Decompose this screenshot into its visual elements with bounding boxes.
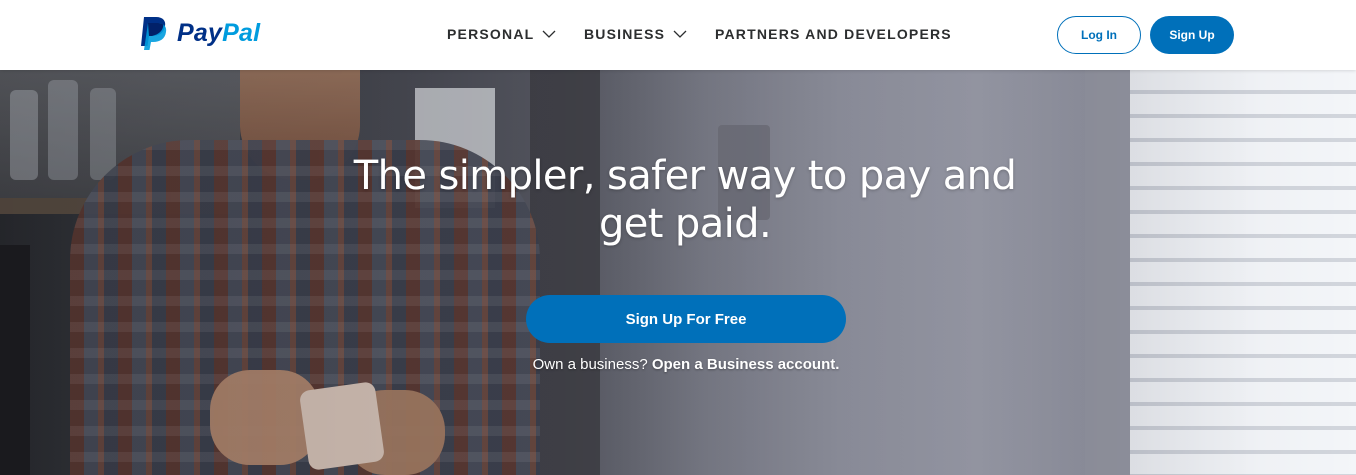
paypal-logo[interactable]: PayPal <box>138 15 260 51</box>
chevron-down-icon <box>673 30 687 38</box>
paypal-logo-icon <box>141 17 167 50</box>
nav-partners-label: PARTNERS AND DEVELOPERS <box>715 26 952 42</box>
chevron-down-icon <box>542 30 556 38</box>
hero-section: The simpler, safer way to pay and get pa… <box>0 70 1356 475</box>
nav-business-label: BUSINESS <box>584 26 666 42</box>
business-prompt-text: Own a business? <box>532 356 648 373</box>
nav-personal[interactable]: PERSONAL <box>447 26 556 42</box>
site-header: PayPal PERSONAL BUSINESS PARTNERS AND DE… <box>0 0 1356 70</box>
nav-personal-label: PERSONAL <box>447 26 535 42</box>
logo-pay: Pay <box>177 18 223 47</box>
hero-title: The simpler, safer way to pay and get pa… <box>353 153 1017 247</box>
login-button[interactable]: Log In <box>1057 16 1141 54</box>
open-business-account-link[interactable]: Open a Business account. <box>652 356 840 373</box>
business-prompt: Own a business? Open a Business account. <box>456 356 916 373</box>
nav-business[interactable]: BUSINESS <box>584 26 687 42</box>
logo-pal: Pal <box>222 18 261 47</box>
signup-button[interactable]: Sign Up <box>1150 16 1234 54</box>
nav-partners-developers[interactable]: PARTNERS AND DEVELOPERS <box>715 26 952 42</box>
sign-up-for-free-button[interactable]: Sign Up For Free <box>526 295 846 343</box>
paypal-wordmark: PayPal <box>177 19 260 48</box>
hero-background-image <box>0 70 1356 475</box>
